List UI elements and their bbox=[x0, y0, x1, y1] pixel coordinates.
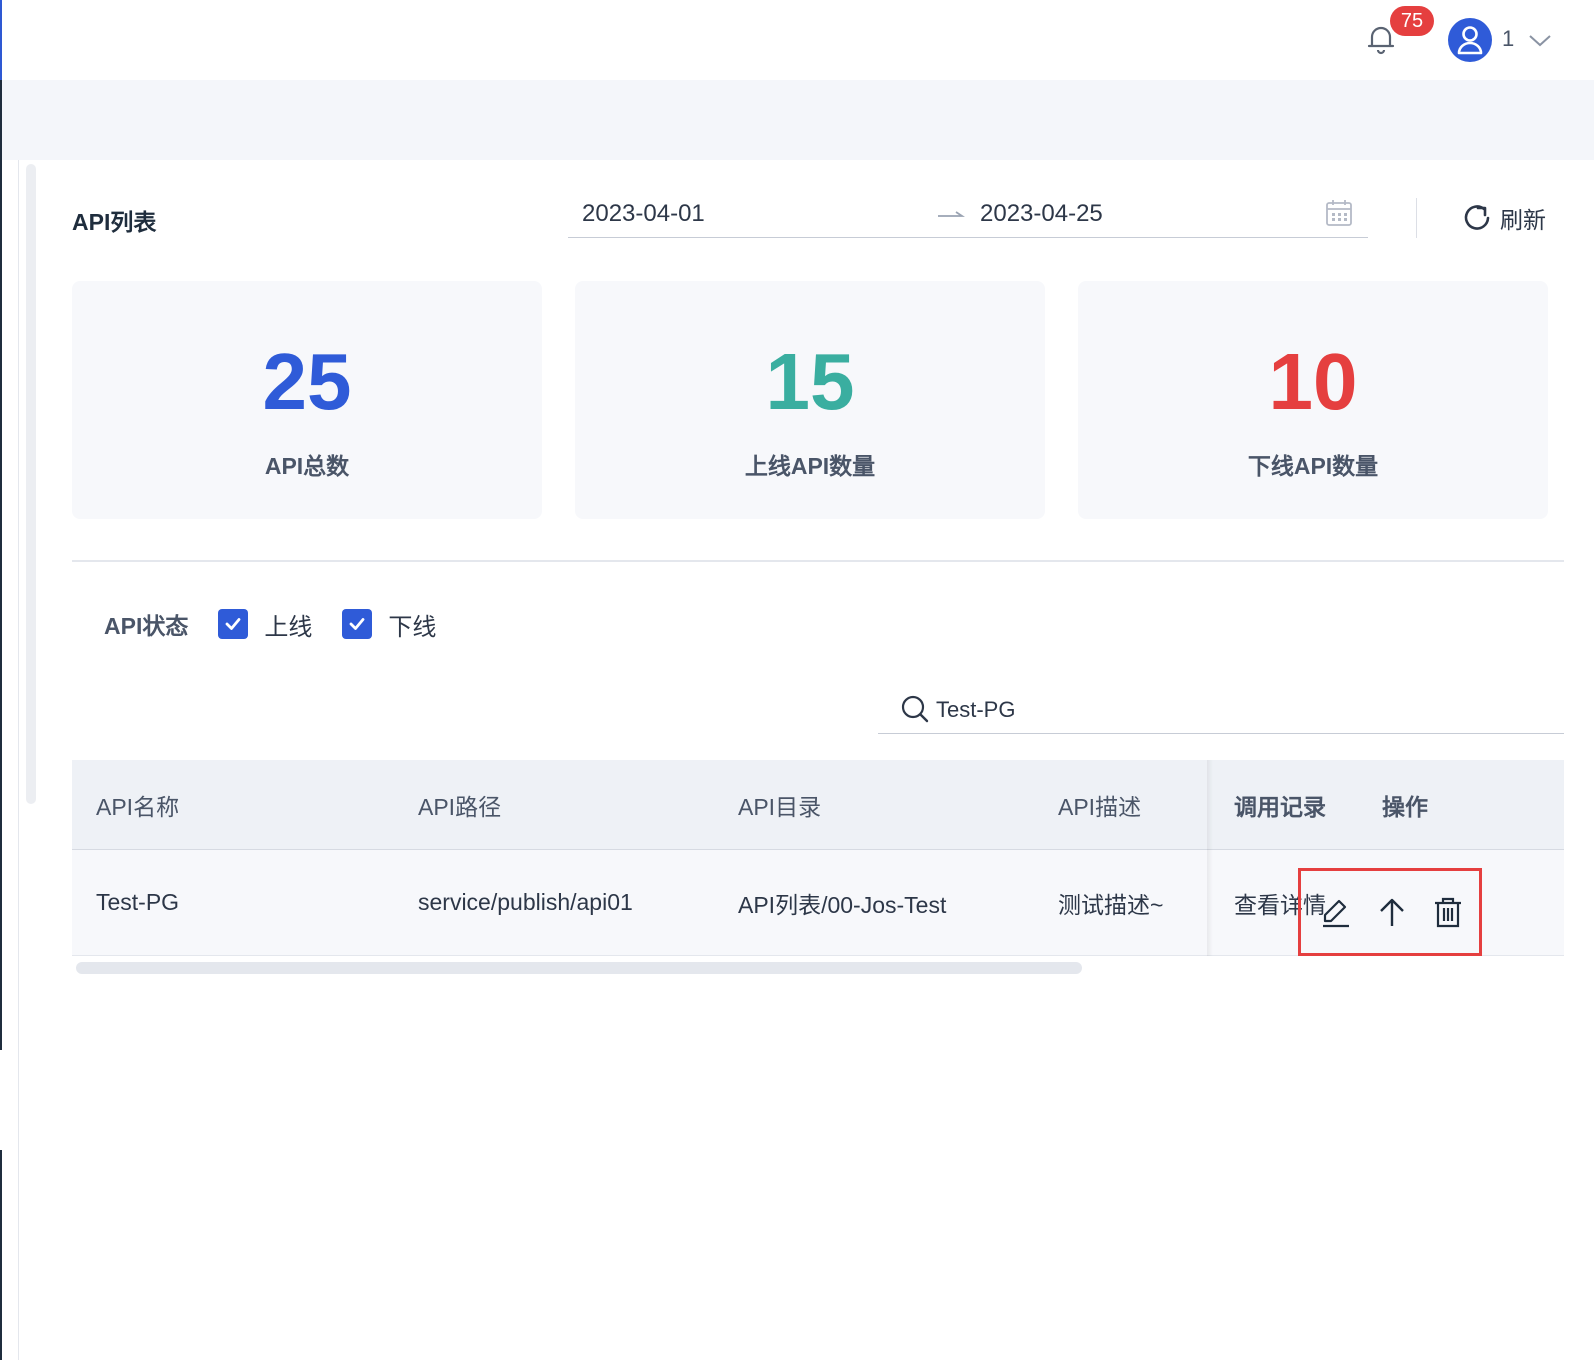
stat-card-online: 15 上线API数量 bbox=[575, 281, 1045, 519]
stat-value-total: 25 bbox=[262, 337, 352, 426]
check-icon bbox=[349, 618, 365, 630]
content-edge bbox=[18, 160, 19, 1360]
checkbox-online-label: 上线 bbox=[264, 613, 313, 641]
chevron-down-icon[interactable] bbox=[1528, 30, 1552, 50]
column-header-name: API名称 bbox=[96, 793, 180, 820]
edit-icon[interactable] bbox=[1317, 893, 1355, 931]
checkbox-offline-label: 下线 bbox=[388, 613, 437, 641]
page: 75 1 API列表 2023-04-01 2023-04-25 刷新 25 A… bbox=[0, 0, 1594, 1360]
arrow-right-icon bbox=[938, 211, 965, 217]
date-range-picker[interactable]: 2023-04-01 2023-04-25 bbox=[568, 194, 1368, 238]
trash-icon[interactable] bbox=[1429, 893, 1467, 931]
toolbar-divider bbox=[1416, 198, 1417, 238]
section-divider bbox=[72, 560, 1564, 562]
stat-label-total: API总数 bbox=[264, 453, 350, 479]
date-start[interactable]: 2023-04-01 bbox=[582, 200, 705, 228]
notification-badge: 75 bbox=[1390, 6, 1434, 36]
column-header-description: API描述 bbox=[1058, 793, 1142, 820]
checkbox-offline[interactable]: 下线 bbox=[342, 607, 436, 642]
cell-api-path: service/publish/api01 bbox=[418, 889, 633, 915]
stat-card-offline: 10 下线API数量 bbox=[1078, 281, 1548, 519]
check-icon bbox=[225, 618, 241, 630]
checkbox-online-box[interactable] bbox=[218, 609, 249, 639]
stat-label-online: 上线API数量 bbox=[744, 453, 876, 479]
window-edge-lower bbox=[0, 1150, 2, 1360]
user-name[interactable]: 1 bbox=[1502, 26, 1514, 52]
calendar-icon[interactable] bbox=[1324, 198, 1354, 228]
refresh-label: 刷新 bbox=[1500, 207, 1546, 233]
cell-api-description: 测试描述~ bbox=[1058, 891, 1164, 918]
user-icon bbox=[1457, 26, 1483, 55]
column-header-call-record: 调用记录 bbox=[1234, 793, 1326, 820]
search-box[interactable] bbox=[878, 690, 1564, 734]
column-header-path: API路径 bbox=[418, 793, 502, 820]
column-header-directory: API目录 bbox=[738, 793, 822, 820]
row-actions-highlight bbox=[1298, 868, 1482, 956]
avatar[interactable] bbox=[1448, 18, 1492, 62]
status-filter: API状态 上线 下线 bbox=[104, 606, 466, 642]
refresh-button[interactable]: 刷新 bbox=[1462, 202, 1546, 234]
fixed-column-shadow bbox=[1207, 760, 1213, 956]
stat-label-offline: 下线API数量 bbox=[1247, 453, 1379, 479]
stat-value-online: 15 bbox=[765, 337, 855, 426]
column-header-actions: 操作 bbox=[1382, 793, 1428, 820]
vertical-scrollbar[interactable] bbox=[26, 164, 36, 804]
checkbox-offline-box[interactable] bbox=[342, 609, 373, 639]
page-banner-band bbox=[2, 80, 1594, 160]
search-input[interactable] bbox=[936, 692, 1536, 728]
page-title: API列表 bbox=[72, 209, 157, 235]
cell-api-name: Test-PG bbox=[96, 889, 180, 915]
window-edge bbox=[0, 80, 2, 1050]
table-header: API名称 API路径 API目录 API描述 调用记录 操作 bbox=[72, 760, 1564, 850]
refresh-icon bbox=[1464, 205, 1490, 230]
horizontal-scrollbar[interactable] bbox=[76, 962, 1082, 974]
date-end[interactable]: 2023-04-25 bbox=[980, 200, 1103, 228]
arrow-up-icon[interactable] bbox=[1373, 893, 1411, 931]
cell-api-directory: API列表/00-Jos-Test bbox=[738, 891, 947, 918]
top-header: 75 1 bbox=[2, 0, 1594, 80]
checkbox-online[interactable]: 上线 bbox=[218, 607, 312, 642]
status-filter-label: API状态 bbox=[104, 613, 189, 639]
stat-card-total: 25 API总数 bbox=[72, 281, 542, 519]
search-icon bbox=[901, 695, 929, 723]
stat-value-offline: 10 bbox=[1268, 337, 1358, 426]
